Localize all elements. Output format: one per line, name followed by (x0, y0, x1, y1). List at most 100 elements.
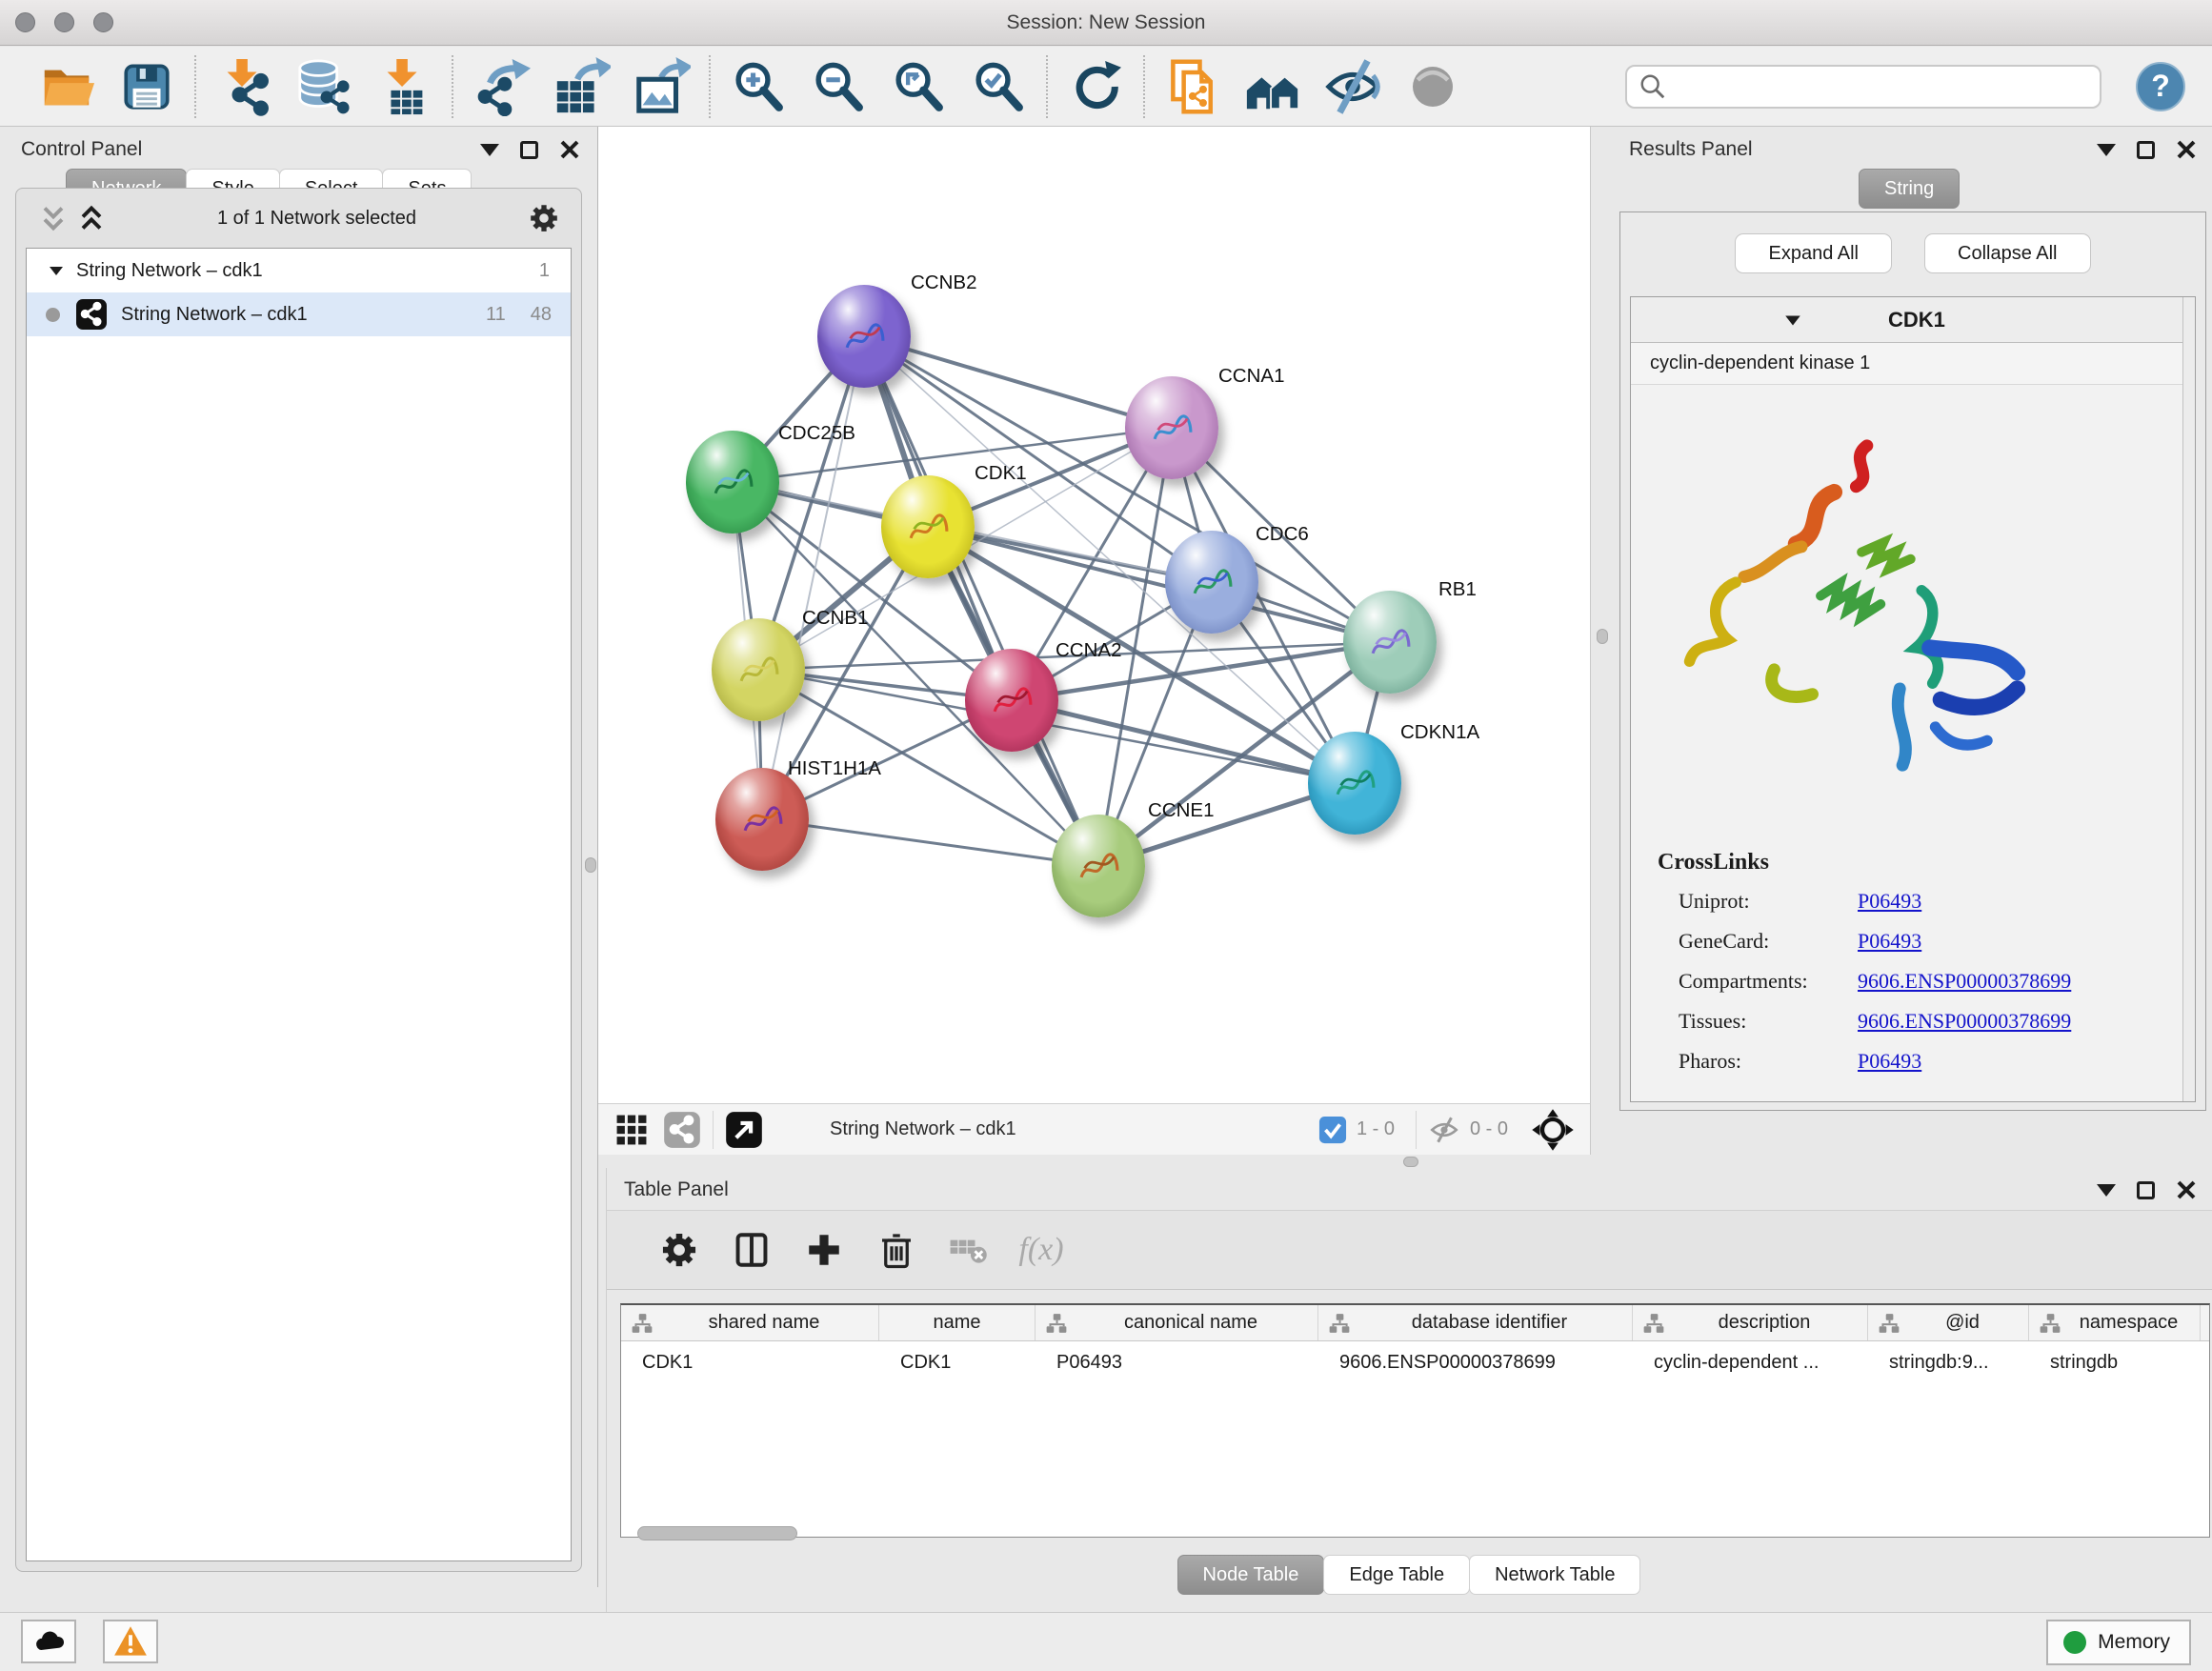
column-header-canonical-name[interactable]: canonical name (1036, 1305, 1318, 1340)
first-neighbors-button[interactable] (1233, 55, 1313, 118)
float-panel-icon[interactable] (2097, 1184, 2116, 1197)
collapse-all-button[interactable]: Collapse All (1924, 233, 2091, 273)
import-network-database-button[interactable] (284, 55, 364, 118)
edge-CCNE1-HIST1H1A[interactable] (762, 819, 1098, 866)
selected-checkbox-icon[interactable] (1318, 1116, 1347, 1144)
column-header-shared-name[interactable]: shared name (621, 1305, 879, 1340)
zoom-out-button[interactable] (798, 55, 878, 118)
export-table-button[interactable] (541, 55, 621, 118)
node-CDC6[interactable] (1165, 531, 1258, 634)
table-cell[interactable]: P06493 (1036, 1341, 1318, 1383)
node-HIST1H1A[interactable] (715, 768, 809, 871)
network-view-mode-icon[interactable] (663, 1111, 701, 1149)
table-row[interactable]: CDK1CDK1P064939606.ENSP00000378699cyclin… (621, 1341, 2209, 1383)
zoom-in-button[interactable] (718, 55, 798, 118)
minimize-window-button[interactable] (54, 12, 74, 32)
cloud-status-button[interactable] (21, 1620, 76, 1663)
tree-expand-caret-icon[interactable] (48, 262, 65, 279)
detach-view-icon[interactable] (725, 1111, 763, 1149)
column-header-description[interactable]: description (1633, 1305, 1868, 1340)
save-session-button[interactable] (107, 55, 187, 118)
close-panel-icon[interactable] (559, 139, 580, 160)
warnings-button[interactable] (103, 1620, 158, 1663)
table-horizontal-scrollbar[interactable] (637, 1526, 797, 1540)
add-column-button[interactable] (788, 1221, 860, 1278)
close-panel-icon[interactable] (2176, 1179, 2197, 1200)
edge-HIST1H1A-CCNB2[interactable] (762, 336, 864, 819)
network-row[interactable]: String Network – cdk1 11 48 (27, 292, 571, 336)
table-cell[interactable]: stringdb:9... (1868, 1341, 2029, 1383)
splitter-handle[interactable] (1403, 1157, 1418, 1167)
node-CCNA1[interactable] (1125, 376, 1218, 479)
column-header-database-identifier[interactable]: database identifier (1318, 1305, 1633, 1340)
results-scrollbar[interactable] (2182, 297, 2195, 1101)
expand-all-icon[interactable] (77, 204, 106, 232)
float-panel-icon[interactable] (2097, 144, 2116, 156)
crosslink-link[interactable]: P06493 (1858, 929, 1921, 954)
node-CDK1[interactable] (881, 475, 975, 578)
hidden-eye-icon[interactable] (1428, 1114, 1460, 1146)
show-all-button[interactable] (1393, 55, 1473, 118)
hide-selected-button[interactable] (1313, 55, 1393, 118)
tab-string[interactable]: String (1859, 169, 1960, 209)
node-CDKN1A[interactable] (1308, 732, 1401, 835)
network-canvas[interactable]: CCNB2CCNA1CDC25BCDK1CDC6RB1CCNB1CCNA2CDK… (598, 127, 1591, 1103)
crosslink-link[interactable]: 9606.ENSP00000378699 (1858, 1009, 2071, 1034)
table-cell[interactable]: 9606.ENSP00000378699 (1318, 1341, 1633, 1383)
expand-all-button[interactable]: Expand All (1735, 233, 1892, 273)
column-header-namespace[interactable]: namespace (2029, 1305, 2201, 1340)
tab-network-table[interactable]: Network Table (1469, 1555, 1640, 1595)
close-panel-icon[interactable] (2176, 139, 2197, 160)
table-options-button[interactable] (643, 1221, 715, 1278)
zoom-selected-button[interactable] (958, 55, 1038, 118)
column-header-name[interactable]: name (879, 1305, 1036, 1340)
column-header--id[interactable]: @id (1868, 1305, 2029, 1340)
memory-button[interactable]: Memory (2046, 1620, 2191, 1665)
tab-node-table[interactable]: Node Table (1177, 1555, 1325, 1595)
horizontal-splitter[interactable] (598, 1155, 1591, 1168)
open-session-button[interactable] (27, 55, 107, 118)
tab-edge-table[interactable]: Edge Table (1323, 1555, 1470, 1595)
show-columns-button[interactable] (715, 1221, 788, 1278)
maximize-window-button[interactable] (93, 12, 113, 32)
delete-column-button[interactable] (860, 1221, 933, 1278)
table-cell[interactable]: cyclin-dependent ... (1633, 1341, 1868, 1383)
network-collection-row[interactable]: String Network – cdk1 1 (27, 249, 571, 292)
gene-header-row[interactable]: CDK1 (1631, 297, 2195, 343)
right-splitter-handle[interactable] (1597, 629, 1608, 644)
import-network-file-button[interactable] (204, 55, 284, 118)
search-input[interactable] (1667, 75, 2067, 97)
export-image-button[interactable] (621, 55, 701, 118)
refresh-view-button[interactable] (1056, 55, 1136, 118)
node-RB1[interactable] (1343, 591, 1437, 694)
grid-view-icon[interactable] (613, 1112, 650, 1148)
maximize-panel-icon[interactable] (520, 141, 538, 159)
edge-CCNB2-CCNE1[interactable] (864, 336, 1098, 866)
maximize-panel-icon[interactable] (2137, 1181, 2155, 1199)
zoom-fit-button[interactable] (878, 55, 958, 118)
help-button[interactable]: ? (2136, 62, 2185, 111)
node-CCNE1[interactable] (1052, 815, 1145, 917)
collapse-caret-icon[interactable] (1783, 311, 1802, 330)
table-cell[interactable]: CDK1 (621, 1341, 879, 1383)
node-CDC25B[interactable] (686, 431, 779, 534)
maximize-panel-icon[interactable] (2137, 141, 2155, 159)
copy-network-button[interactable] (1153, 55, 1233, 118)
node-CCNB2[interactable] (817, 285, 911, 388)
birdseye-view-icon[interactable] (1531, 1108, 1575, 1152)
crosslink-link[interactable]: P06493 (1858, 889, 1921, 914)
float-panel-icon[interactable] (480, 144, 499, 156)
table-cell[interactable]: CDK1 (879, 1341, 1036, 1383)
export-network-button[interactable] (461, 55, 541, 118)
table-cell[interactable]: stringdb (2029, 1341, 2201, 1383)
node-CCNB1[interactable] (712, 618, 805, 721)
network-options-gear-icon[interactable] (528, 202, 560, 234)
import-table-button[interactable] (364, 55, 444, 118)
close-window-button[interactable] (15, 12, 35, 32)
crosslink-label: Tissues: (1658, 1009, 1858, 1034)
node-CCNA2[interactable] (965, 649, 1058, 752)
left-splitter-handle[interactable] (585, 857, 596, 873)
crosslink-link[interactable]: P06493 (1858, 1049, 1921, 1074)
crosslink-link[interactable]: 9606.ENSP00000378699 (1858, 969, 2071, 994)
collapse-all-icon[interactable] (39, 204, 68, 232)
